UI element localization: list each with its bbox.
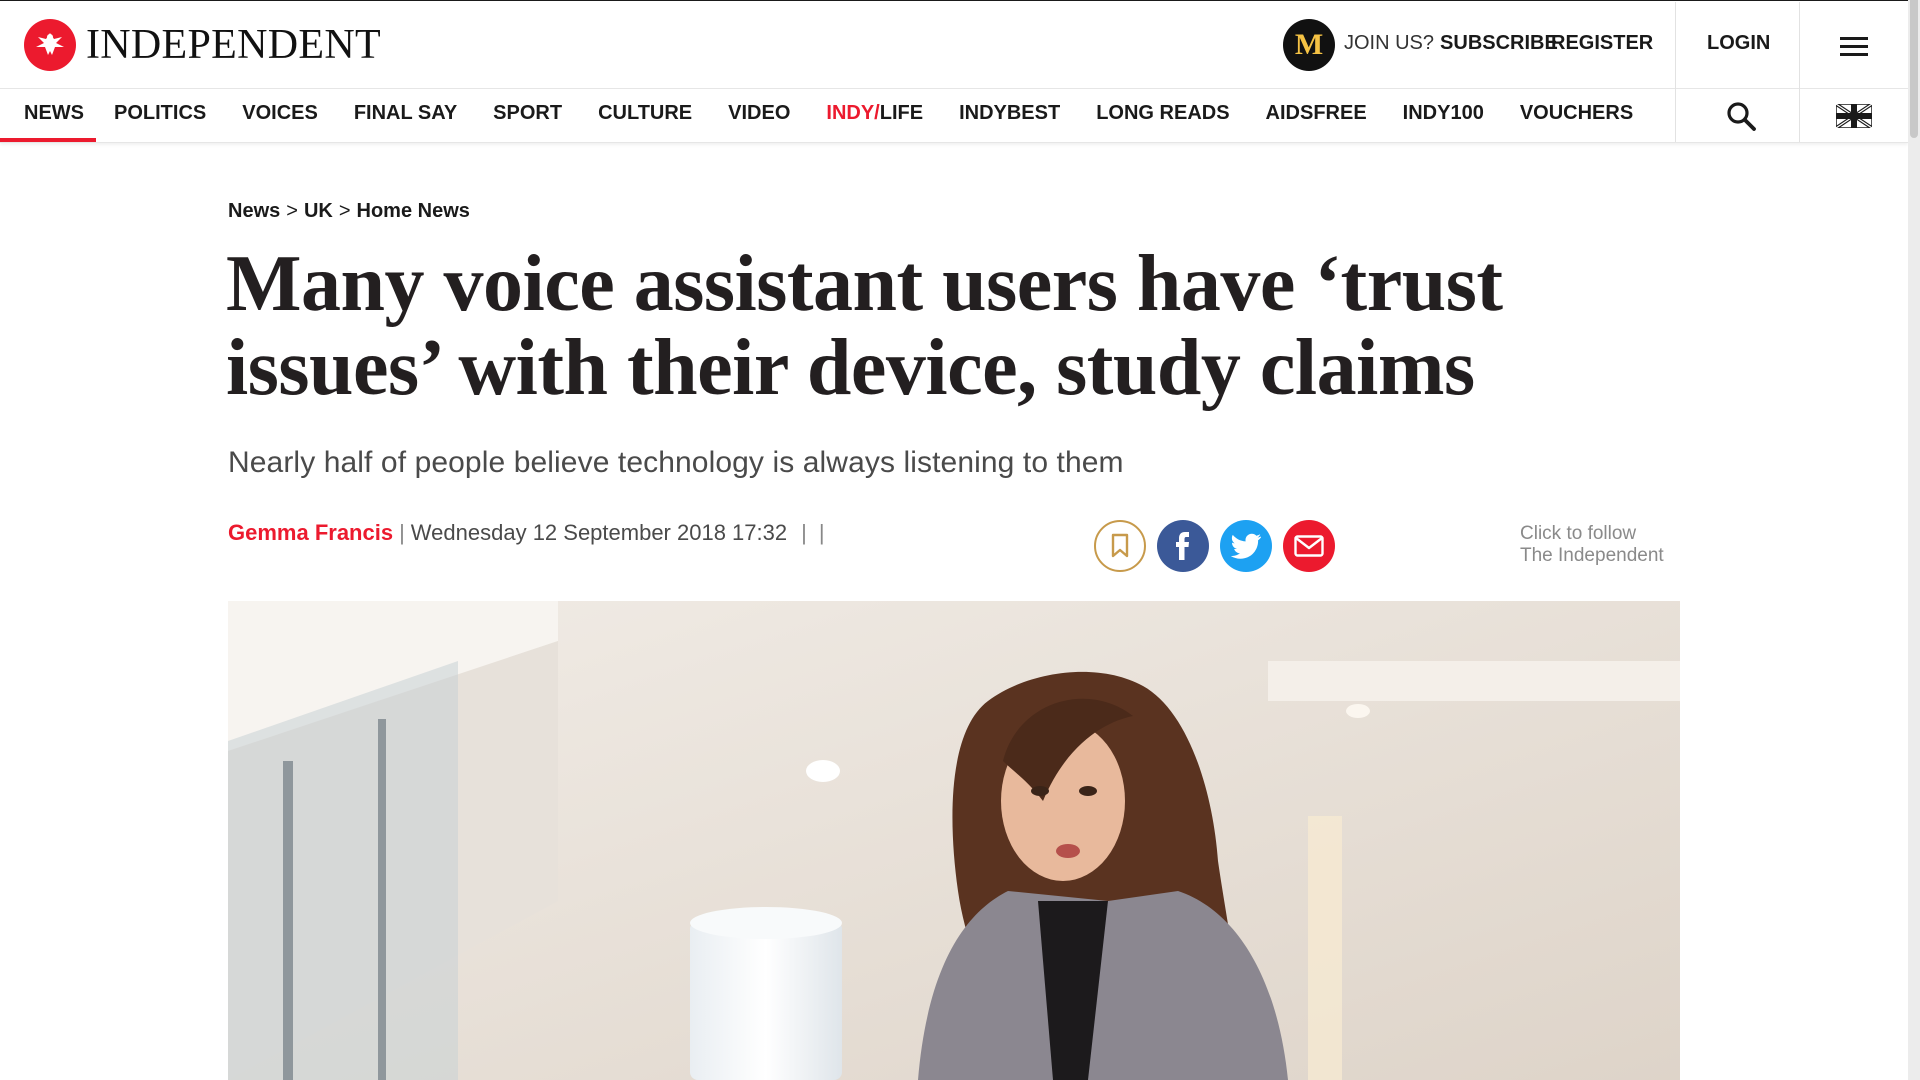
facebook-icon[interactable] (1157, 520, 1209, 572)
byline: Gemma Francis | Wednesday 12 September 201… (228, 520, 831, 546)
breadcrumb: News > UK > Home News (228, 200, 470, 223)
breadcrumb-uk[interactable]: UK (304, 200, 333, 222)
nav-item-sport[interactable]: SPORT (475, 89, 580, 142)
scrollbar-thumb[interactable] (1910, 0, 1918, 138)
eagle-icon (24, 19, 76, 71)
breadcrumb-home-news[interactable]: Home News (357, 200, 470, 222)
nav-item-news[interactable]: NEWS (0, 89, 96, 142)
twitter-icon[interactable] (1220, 520, 1272, 572)
article-headline: Many voice assistant users have ‘trust i… (226, 240, 1503, 412)
nav-item-voices[interactable]: VOICES (224, 89, 336, 142)
join-us-label: JOIN US? (1344, 32, 1435, 54)
join-us-prompt: JOIN US? SUBSCRIBE (1344, 32, 1558, 55)
nav-item-culture[interactable]: CULTURE (580, 89, 710, 142)
nav-item-final-say[interactable]: FINAL SAY (336, 89, 475, 142)
nav-item-indy100[interactable]: INDY100 (1385, 89, 1502, 142)
nav-item-life-suffix: LIFE (879, 102, 924, 124)
nav-item-video[interactable]: VIDEO (710, 89, 808, 142)
main-nav: NEWS POLITICS VOICES FINAL SAY SPORT CUL… (0, 89, 1908, 143)
brand-wordmark: INDEPENDENT (86, 22, 381, 68)
byline-separator: | (399, 520, 405, 545)
follow-line-2: The Independent (1520, 545, 1664, 566)
login-link[interactable]: LOGIN (1707, 32, 1770, 55)
breadcrumb-separator: > (286, 200, 298, 222)
subscribe-link[interactable]: SUBSCRIBE (1440, 32, 1558, 54)
follow-line-1: Click to follow (1520, 523, 1637, 544)
nav-item-aidsfree[interactable]: AIDSFREE (1248, 89, 1385, 142)
independent-logo[interactable]: INDEPENDENT (24, 19, 381, 71)
follow-link[interactable]: Click to follow The Independent (1520, 523, 1680, 567)
nav-item-long-reads[interactable]: LONG READS (1078, 89, 1247, 142)
bookmark-icon[interactable] (1094, 520, 1146, 572)
article-hero-image (228, 601, 1680, 1080)
page-scrollbar[interactable] (1908, 0, 1920, 1080)
byline-separator: | (818, 520, 825, 545)
nav-item-vouchers[interactable]: VOUCHERS (1502, 89, 1651, 142)
email-icon[interactable] (1283, 520, 1335, 572)
menu-icon[interactable] (1840, 37, 1868, 57)
author-link[interactable]: Gemma Francis (228, 520, 393, 545)
nav-list: NEWS POLITICS VOICES FINAL SAY SPORT CUL… (0, 89, 1651, 142)
register-link[interactable]: REGISTER (1551, 32, 1653, 55)
top-bar: INDEPENDENT M JOIN US? SUBSCRIBE REGISTER… (0, 1, 1908, 142)
breadcrumb-separator: > (338, 200, 351, 222)
search-icon[interactable] (1724, 99, 1758, 133)
nav-item-indybest[interactable]: INDYBEST (941, 89, 1078, 142)
hero-photo-illustration (228, 601, 1680, 1080)
nav-item-indy-life[interactable]: INDY/LIFE (808, 89, 941, 142)
uk-flag-icon[interactable] (1835, 102, 1873, 130)
nav-item-politics[interactable]: POLITICS (96, 89, 224, 142)
article-standfirst: Nearly half of people believe technology… (228, 446, 1124, 479)
byline-separator: | (801, 520, 807, 545)
breadcrumb-news[interactable]: News (228, 200, 280, 222)
nav-item-indy-prefix: INDY/ (826, 102, 880, 124)
membership-m-icon[interactable]: M (1283, 19, 1335, 71)
publish-date: Wednesday 12 September 2018 17:32 (410, 520, 788, 545)
